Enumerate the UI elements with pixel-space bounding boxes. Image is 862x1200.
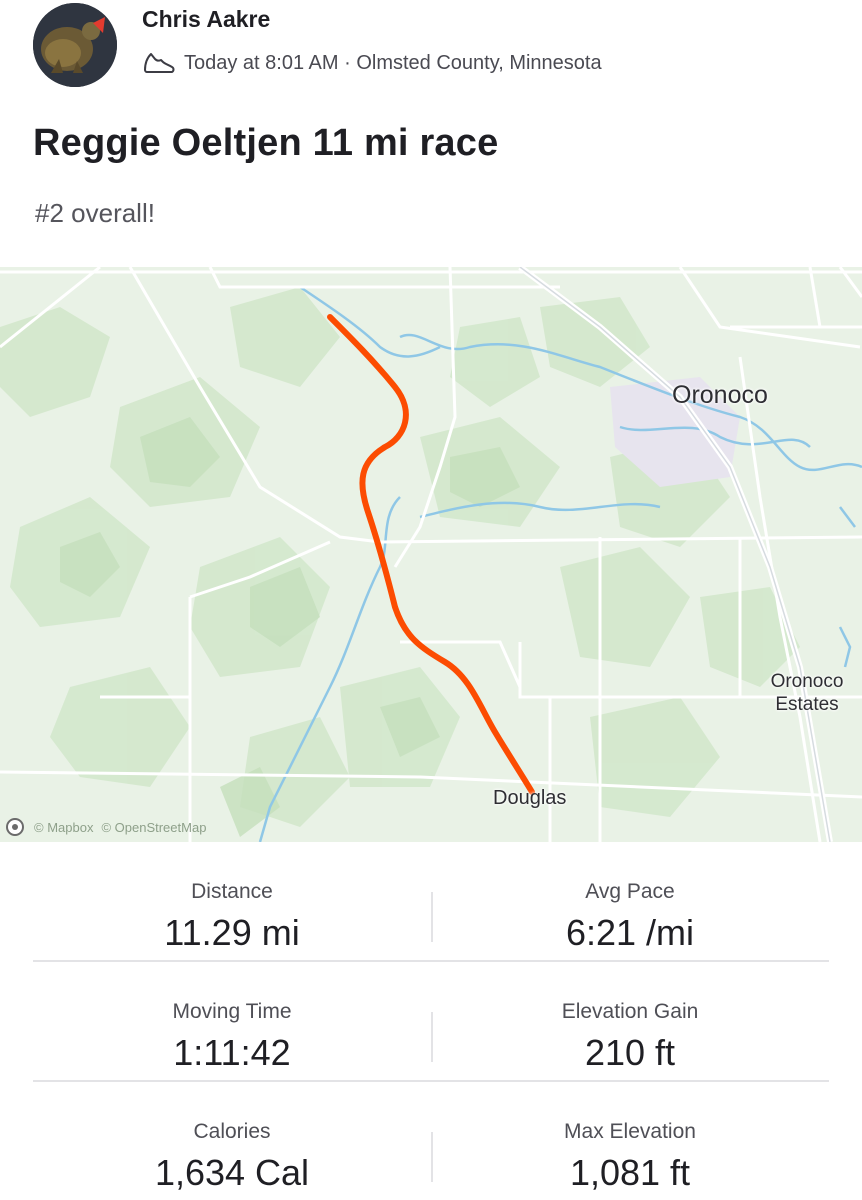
stat-label: Avg Pace <box>585 880 675 903</box>
stat-label: Moving Time <box>172 1000 292 1023</box>
athlete-name[interactable]: Chris Aakre <box>142 6 270 33</box>
route-map[interactable]: Oronoco Oronoco Estates Douglas © Mapbox… <box>0 267 862 842</box>
stat-max-elevation: Max Elevation 1,081 ft <box>431 1082 829 1194</box>
stats-row: Moving Time 1:11:42 Elevation Gain 210 f… <box>33 962 829 1082</box>
stat-value: 1,081 ft <box>569 1152 691 1193</box>
stats-row: Calories 1,634 Cal Max Elevation 1,081 f… <box>33 1082 829 1200</box>
map-label-oronoco: Oronoco <box>672 381 768 409</box>
map-canvas <box>0 267 862 842</box>
stat-value: 210 ft <box>584 1032 676 1073</box>
activity-meta: Today at 8:01 AM · Olmsted County, Minne… <box>142 48 602 78</box>
stats-panel: Distance 11.29 mi Avg Pace 6:21 /mi Movi… <box>33 842 829 1200</box>
stat-value: 6:21 /mi <box>565 912 695 953</box>
stat-label: Max Elevation <box>564 1120 696 1143</box>
mapbox-logo-icon[interactable] <box>6 818 24 836</box>
map-label-estates-line1: Oronoco <box>770 671 844 692</box>
stat-label: Elevation Gain <box>561 1000 699 1023</box>
stat-value: 11.29 mi <box>164 912 300 953</box>
activity-date-location: Today at 8:01 AM · Olmsted County, Minne… <box>184 51 602 74</box>
activity-description: #2 overall! <box>35 198 155 228</box>
map-attribution: © Mapbox © OpenStreetMap <box>6 818 206 836</box>
stat-value: 1,634 Cal <box>154 1152 310 1193</box>
map-label-douglas: Douglas <box>493 787 567 809</box>
mapbox-attribution-link[interactable]: © Mapbox <box>34 820 93 835</box>
activity-header: Chris Aakre Today at 8:01 AM · Olmsted C… <box>0 0 862 100</box>
osm-attribution-link[interactable]: © OpenStreetMap <box>101 820 206 835</box>
stat-moving-time: Moving Time 1:11:42 <box>33 962 431 1074</box>
stat-distance: Distance 11.29 mi <box>33 842 431 954</box>
map-label-estates-line2: Estates <box>775 694 839 715</box>
stat-label: Calories <box>193 1120 271 1143</box>
map-label-oronoco-estates: Oronoco Estates <box>762 670 852 716</box>
stat-elevation-gain: Elevation Gain 210 ft <box>431 962 829 1074</box>
stat-avg-pace: Avg Pace 6:21 /mi <box>431 842 829 954</box>
stats-row: Distance 11.29 mi Avg Pace 6:21 /mi <box>33 842 829 962</box>
stat-value: 1:11:42 <box>173 1032 291 1073</box>
shoe-icon <box>142 50 176 76</box>
stat-label: Distance <box>191 880 273 903</box>
activity-title[interactable]: Reggie Oeltjen 11 mi race <box>33 122 498 165</box>
stat-calories: Calories 1,634 Cal <box>33 1082 431 1194</box>
avatar[interactable] <box>33 3 117 87</box>
